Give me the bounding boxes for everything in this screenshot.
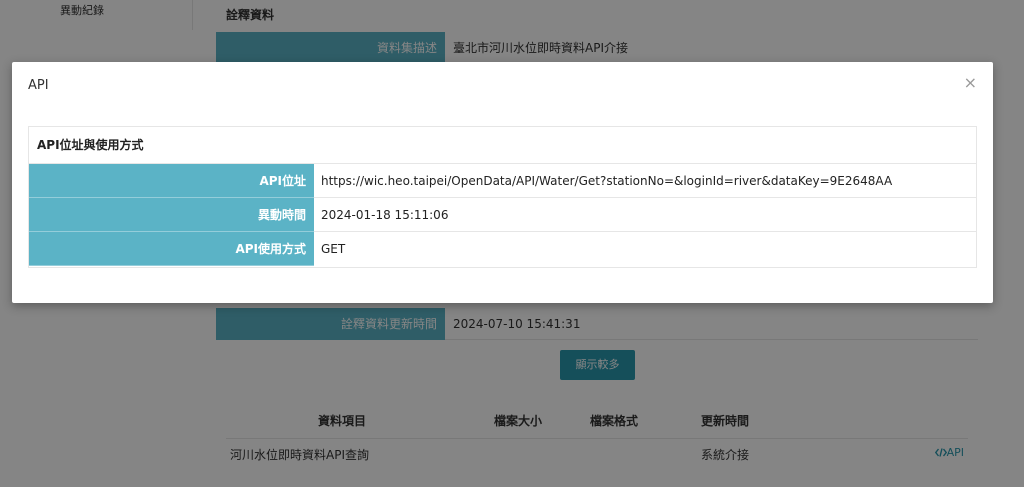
api-info-panel: API位址與使用方式 API位址 https://wic.heo.taipei/…	[28, 126, 977, 268]
close-icon[interactable]: ×	[964, 75, 977, 91]
panel-heading: API位址與使用方式	[29, 127, 976, 164]
modal-title: API	[28, 78, 49, 93]
api-modal: API × API位址與使用方式 API位址 https://wic.heo.t…	[12, 62, 993, 303]
api-url-value: https://wic.heo.taipei/OpenData/API/Wate…	[321, 174, 893, 188]
api-row: API位址 https://wic.heo.taipei/OpenData/AP…	[29, 164, 976, 198]
api-row: API使用方式 GET	[29, 232, 976, 266]
api-row-label: API位址	[29, 164, 314, 198]
api-row-label: API使用方式	[29, 232, 314, 266]
modified-time-value: 2024-01-18 15:11:06	[321, 208, 449, 222]
api-row: 異動時間 2024-01-18 15:11:06	[29, 198, 976, 232]
api-row-label: 異動時間	[29, 198, 314, 232]
api-method-value: GET	[321, 242, 346, 256]
